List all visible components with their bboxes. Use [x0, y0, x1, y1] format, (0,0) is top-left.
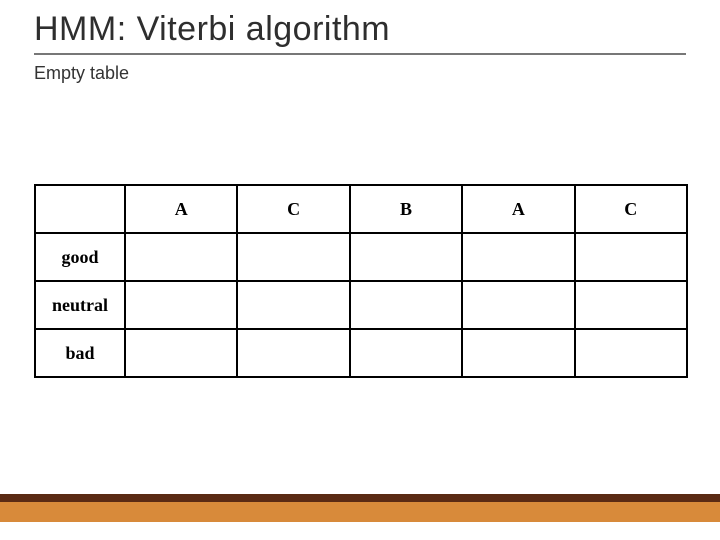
col-header: B: [350, 185, 462, 233]
col-header: A: [462, 185, 574, 233]
col-header: C: [575, 185, 687, 233]
table-cell: [237, 329, 349, 377]
footer-band-orange: [0, 502, 720, 522]
table-cell: [237, 281, 349, 329]
table-header-row: A C B A C: [35, 185, 687, 233]
row-header: bad: [35, 329, 125, 377]
page-title: HMM: Viterbi algorithm: [34, 10, 686, 55]
table-cell: [575, 329, 687, 377]
table-cell: [237, 233, 349, 281]
table-cell: [125, 281, 237, 329]
col-header: A: [125, 185, 237, 233]
footer-accent: [0, 488, 720, 524]
title-block: HMM: Viterbi algorithm Empty table: [34, 10, 686, 84]
table-cell: [350, 281, 462, 329]
table-cell: [462, 281, 574, 329]
viterbi-table: A C B A C good neutral: [34, 184, 688, 378]
table-corner-cell: [35, 185, 125, 233]
table-row: bad: [35, 329, 687, 377]
table-cell: [575, 281, 687, 329]
col-header: C: [237, 185, 349, 233]
table-cell: [350, 329, 462, 377]
table-cell: [462, 329, 574, 377]
row-header: neutral: [35, 281, 125, 329]
row-header: good: [35, 233, 125, 281]
table-row: good: [35, 233, 687, 281]
table-cell: [462, 233, 574, 281]
table-cell: [125, 329, 237, 377]
table-cell: [350, 233, 462, 281]
viterbi-table-container: A C B A C good neutral: [34, 184, 688, 378]
table-cell: [575, 233, 687, 281]
slide: HMM: Viterbi algorithm Empty table A C B…: [0, 0, 720, 540]
table-cell: [125, 233, 237, 281]
table-row: neutral: [35, 281, 687, 329]
page-subtitle: Empty table: [34, 63, 686, 84]
